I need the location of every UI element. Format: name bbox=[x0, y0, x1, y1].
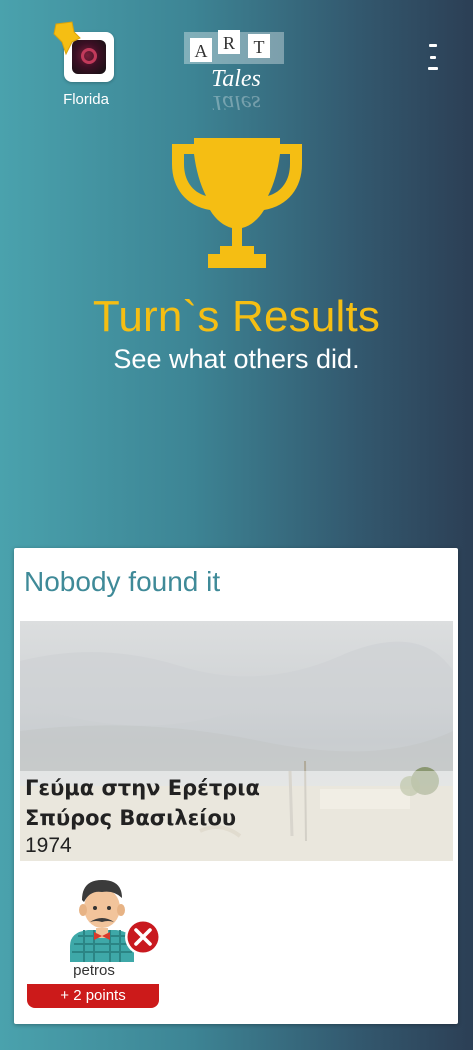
user-name-label: Florida bbox=[63, 91, 109, 108]
points-badge: + 2 points bbox=[27, 984, 159, 1008]
logo-letter-r: R bbox=[223, 33, 235, 53]
artwork-artist: Σπύρος Βασιλείου bbox=[25, 806, 237, 830]
art-tales-logo: A R T Tales Tales bbox=[184, 30, 284, 110]
close-circle-icon bbox=[125, 919, 161, 955]
artwork-title: Γεύμα στην Ερέτρια bbox=[25, 776, 260, 800]
result-card: Nobody found it Γεύμα στην Ερέτρια Σπύρο… bbox=[14, 548, 458, 1024]
page-title: Turn`s Results bbox=[92, 292, 381, 341]
logo-word-reflection: Tales bbox=[211, 90, 261, 110]
artwork-year: 1974 bbox=[25, 834, 72, 857]
result-heading: Nobody found it bbox=[24, 566, 221, 597]
player-name: petros bbox=[73, 962, 115, 979]
pin-badge-icon bbox=[53, 21, 81, 56]
logo-word: Tales bbox=[211, 66, 261, 92]
player-result[interactable]: petros + 2 points bbox=[26, 872, 162, 1012]
logo-letter-a: A bbox=[195, 41, 208, 61]
artwork-caption: Γεύμα στην Ερέτρια Σπύρος Βασιλείου 1974 bbox=[20, 771, 453, 861]
artwork-image[interactable]: Γεύμα στην Ερέτρια Σπύρος Βασιλείου 1974 bbox=[20, 621, 453, 861]
trophy-icon bbox=[172, 138, 302, 268]
logo-letter-t: T bbox=[254, 37, 265, 57]
kebab-menu-icon[interactable] bbox=[421, 44, 445, 70]
page-subtitle: See what others did. bbox=[113, 344, 360, 374]
